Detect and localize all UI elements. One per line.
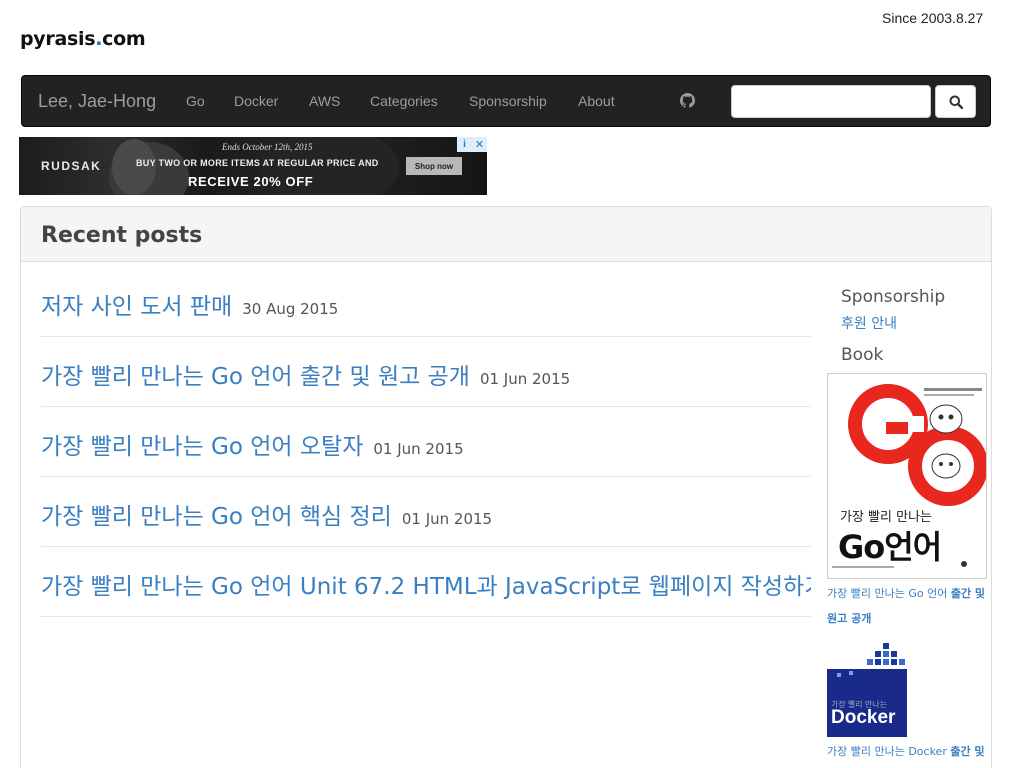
post-date: 30 Aug 2015	[242, 300, 339, 318]
ad-shop-now-button[interactable]: Shop now	[406, 157, 462, 175]
ad-choices-icon[interactable]: i	[457, 137, 472, 152]
go-book-cover-big: Go언어	[838, 528, 942, 566]
logo-prefix: pyrasis	[20, 28, 96, 50]
docker-book-cover[interactable]: 가장 빨리 만나는 Docker	[827, 637, 907, 737]
ad-ends: Ends October 12th, 2015	[222, 142, 313, 152]
panel-heading: Recent posts	[21, 207, 991, 262]
list-item: 가장 빨리 만나는 Go 언어 Unit 67.2 HTML과 JavaScri…	[41, 547, 811, 617]
go-book-cover[interactable]: 가장 빨리 만나는 Go언어	[827, 373, 987, 579]
panel-title: Recent posts	[41, 223, 203, 248]
docker-book-caption-bold: 출간 및	[950, 745, 985, 758]
post-title-link[interactable]: 가장 빨리 만나는 Go 언어 Unit 67.2 HTML과 JavaScri…	[41, 574, 811, 600]
since-date: Since 2003.8.27	[882, 10, 984, 26]
ad-close-icon[interactable]: ✕	[472, 137, 487, 152]
sponsorship-link[interactable]: 후원 안내	[841, 313, 987, 333]
go-book-caption-text: 가장 빨리 만나는 Go 언어	[827, 587, 951, 600]
site-logo[interactable]: pyrasis.com	[20, 28, 146, 50]
post-title-link[interactable]: 저자 사인 도서 판매	[41, 294, 232, 320]
post-date: 01 Jun 2015	[479, 370, 571, 388]
post-title-link[interactable]: 가장 빨리 만나는 Go 언어 출간 및 원고 공개	[41, 364, 470, 390]
nav-item-about[interactable]: About	[578, 93, 615, 109]
post-date: 01 Jun 2015	[401, 510, 493, 528]
github-icon[interactable]	[680, 93, 695, 108]
ad-brand: RUDSAK	[41, 159, 102, 173]
post-title-link[interactable]: 가장 빨리 만나는 Go 언어 핵심 정리	[41, 504, 392, 530]
search-input[interactable]	[731, 85, 931, 118]
post-date: 01 Jun 2015	[373, 440, 464, 458]
recent-posts-panel: Recent posts 저자 사인 도서 판매 30 Aug 2015 가장 빨…	[20, 206, 992, 768]
search-button[interactable]	[935, 85, 976, 118]
post-list: 저자 사인 도서 판매 30 Aug 2015 가장 빨리 만나는 Go 언어 출…	[41, 267, 811, 617]
sidebar: Sponsorship 후원 안내 Book 가장 빨리 만나는 Go언어 가장…	[827, 287, 987, 764]
book-heading: Book	[841, 345, 884, 365]
docker-book-cover-title: Docker	[831, 707, 896, 728]
sponsorship-heading: Sponsorship	[841, 287, 946, 307]
main-navbar: Lee, Jae-Hong Go Docker AWS Categories S…	[21, 75, 991, 127]
post-title-link[interactable]: 가장 빨리 만나는 Go 언어 오탈자	[41, 434, 363, 460]
docker-book-caption[interactable]: 가장 빨리 만나는 Docker 출간 및	[827, 739, 987, 764]
ad-offer-line1: BUY TWO OR MORE ITEMS AT REGULAR PRICE A…	[136, 158, 379, 168]
list-item: 가장 빨리 만나는 Go 언어 핵심 정리 01 Jun 2015	[41, 477, 811, 547]
docker-book-caption-text: 가장 빨리 만나는 Docker	[827, 745, 951, 758]
nav-item-aws[interactable]: AWS	[309, 93, 340, 109]
search-icon	[949, 95, 963, 109]
ad-offer-line2: RECEIVE 20% OFF	[188, 174, 314, 189]
list-item: 저자 사인 도서 판매 30 Aug 2015	[41, 267, 811, 337]
nav-item-docker[interactable]: Docker	[234, 93, 278, 109]
nav-item-categories[interactable]: Categories	[370, 93, 438, 109]
nav-item-go[interactable]: Go	[186, 93, 205, 109]
go-book-caption[interactable]: 가장 빨리 만나는 Go 언어 출간 및 원고 공개	[827, 581, 987, 631]
ad-banner[interactable]: RUDSAK Ends October 12th, 2015 BUY TWO O…	[19, 137, 487, 195]
list-item: 가장 빨리 만나는 Go 언어 오탈자 01 Jun 2015	[41, 407, 811, 477]
list-item: 가장 빨리 만나는 Go 언어 출간 및 원고 공개 01 Jun 2015	[41, 337, 811, 407]
nav-item-sponsorship[interactable]: Sponsorship	[469, 93, 547, 109]
navbar-brand[interactable]: Lee, Jae-Hong	[38, 91, 156, 112]
logo-suffix: com	[102, 28, 146, 50]
